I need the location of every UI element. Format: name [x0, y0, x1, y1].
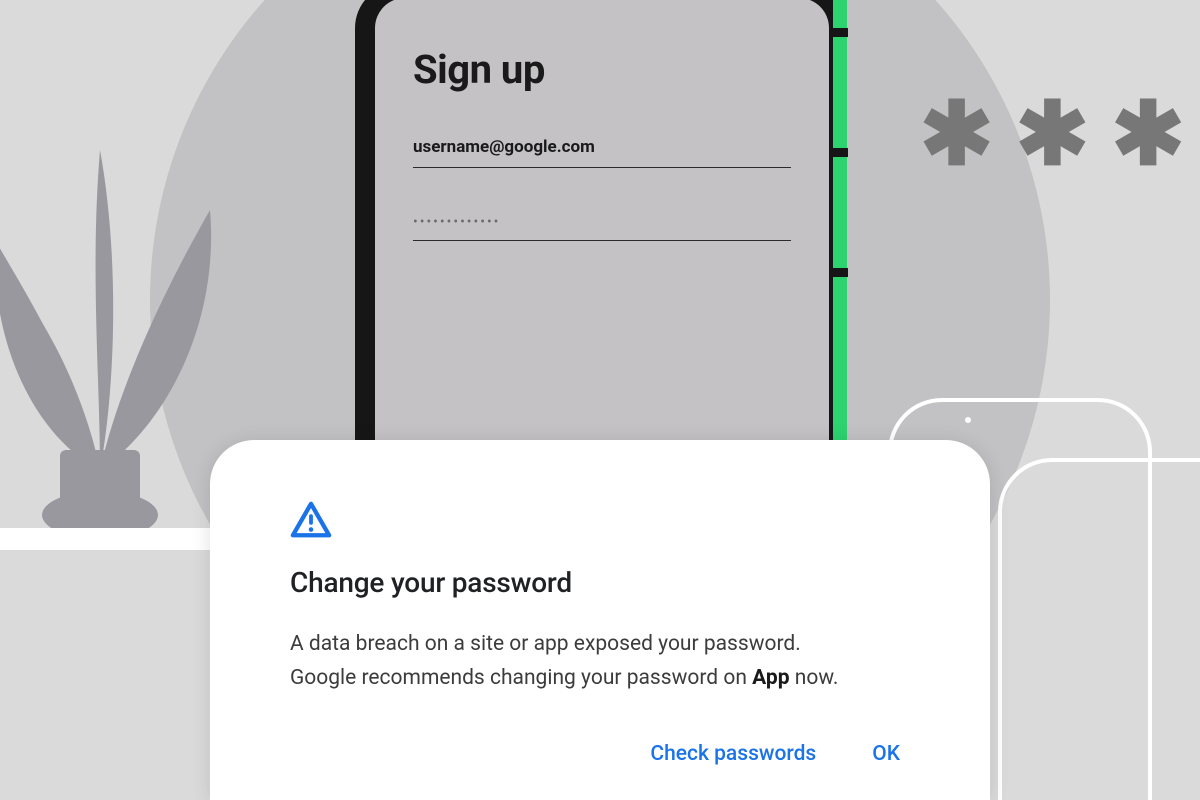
dialog-title: Change your password: [290, 566, 910, 599]
asterisk-icon: ✱: [1016, 90, 1090, 178]
asterisk-icon: ✱: [920, 90, 994, 178]
password-asterisks-decor: ✱ ✱ ✱: [920, 90, 1185, 178]
dialog-actions: Check passwords OK: [290, 742, 910, 766]
asterisk-icon: ✱: [1111, 90, 1185, 178]
plant-illustration: [0, 120, 230, 540]
dialog-body: A data breach on a site or app exposed y…: [290, 627, 850, 696]
signup-heading: Sign up: [413, 46, 791, 93]
warning-triangle-icon: [290, 500, 332, 540]
dialog-body-app-name: App: [752, 666, 789, 690]
username-field[interactable]: username@google.com: [413, 129, 791, 168]
dialog-body-text-end: now.: [790, 666, 839, 690]
breach-warning-dialog: Change your password A data breach on a …: [210, 440, 990, 800]
password-field[interactable]: •••••••••••••: [413, 206, 791, 241]
ok-button[interactable]: OK: [872, 742, 900, 766]
check-passwords-button[interactable]: Check passwords: [650, 742, 816, 766]
dialog-body-text: A data breach on a site or app exposed y…: [290, 632, 801, 691]
illustration-stage: ✱ ✱ ✱ Sign up username@google.com ••••••…: [0, 0, 1200, 800]
